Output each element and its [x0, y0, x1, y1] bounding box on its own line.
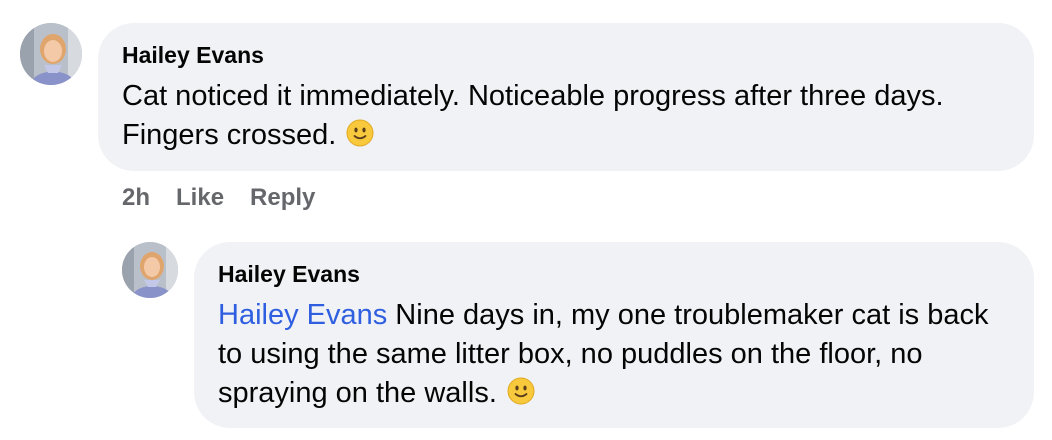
mention-link[interactable]: Hailey Evans [218, 299, 387, 331]
profile-photo-icon [122, 242, 178, 298]
comment-author[interactable]: Hailey Evans [122, 41, 264, 69]
comment-actions: 2h Like Reply [122, 184, 315, 212]
comment-timestamp[interactable]: 2h [122, 184, 150, 212]
reply-avatar[interactable] [122, 242, 178, 298]
comment-text-content: Cat noticed it immediately. Noticeable p… [122, 80, 944, 151]
reply-bubble: Hailey Evans Hailey Evans Nine days in, … [194, 242, 1034, 428]
slightly-smiling-face-icon [507, 377, 535, 405]
profile-photo-icon [20, 23, 82, 85]
comment-avatar[interactable] [20, 23, 82, 85]
comment-bubble: Hailey Evans Cat noticed it immediately.… [98, 23, 1034, 171]
reply-text: Hailey Evans Nine days in, my one troubl… [218, 296, 1010, 413]
reply-author[interactable]: Hailey Evans [218, 260, 360, 288]
reply-button[interactable]: Reply [250, 184, 315, 212]
slightly-smiling-face-icon [346, 119, 374, 147]
like-button[interactable]: Like [176, 184, 224, 212]
comment-text: Cat noticed it immediately. Noticeable p… [122, 77, 1010, 155]
